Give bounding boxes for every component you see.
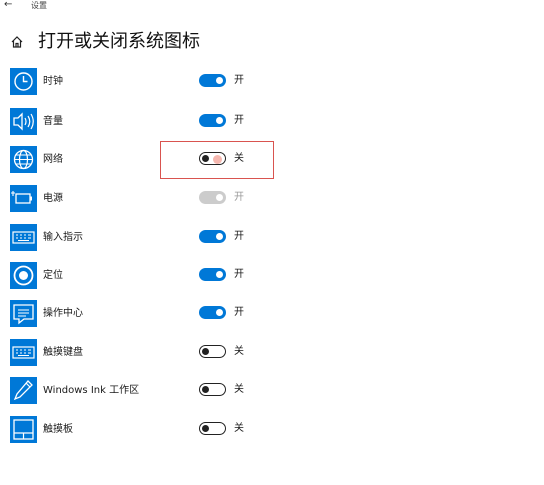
state-label: 关 xyxy=(234,423,244,434)
setting-row-input-indicator: 输入指示 开 xyxy=(0,224,544,260)
state-label: 开 xyxy=(234,231,244,242)
setting-label: 触摸板 xyxy=(43,424,73,435)
toggle-power xyxy=(199,191,226,204)
toggle-volume[interactable] xyxy=(199,114,226,127)
setting-row-touch-keyboard: 触摸键盘 关 xyxy=(0,339,544,375)
setting-row-location: 定位 开 xyxy=(0,262,544,298)
toggle-clock[interactable] xyxy=(199,74,226,87)
setting-label: Windows Ink 工作区 xyxy=(43,385,140,396)
toggle-location[interactable] xyxy=(199,268,226,281)
state-label: 开 xyxy=(234,192,244,203)
state-label: 开 xyxy=(234,75,244,86)
setting-label: 输入指示 xyxy=(43,232,83,243)
power-battery-icon xyxy=(10,185,37,212)
network-globe-icon xyxy=(10,146,37,173)
setting-row-clock: 时钟 开 xyxy=(0,68,544,104)
touch-keyboard-icon xyxy=(10,339,37,366)
state-label: 开 xyxy=(234,269,244,280)
action-center-icon xyxy=(10,300,37,327)
setting-row-touchpad: 触摸板 关 xyxy=(0,416,544,452)
toggle-touchpad[interactable] xyxy=(199,422,226,435)
state-label: 开 xyxy=(234,307,244,318)
touchpad-icon xyxy=(10,416,37,443)
setting-label: 音量 xyxy=(43,116,63,127)
state-label: 关 xyxy=(234,384,244,395)
window-title: 设置 xyxy=(31,1,47,10)
setting-label: 触摸键盘 xyxy=(43,347,83,358)
home-icon[interactable] xyxy=(10,35,24,49)
setting-row-volume: 音量 开 xyxy=(0,108,544,144)
state-label: 开 xyxy=(234,115,244,126)
clock-icon xyxy=(10,68,37,95)
title-bar: ← 设置 xyxy=(0,0,544,14)
cursor-click-indicator xyxy=(213,155,222,164)
setting-label: 定位 xyxy=(43,270,63,281)
location-icon xyxy=(10,262,37,289)
toggle-windows-ink[interactable] xyxy=(199,383,226,396)
toggle-touch-keyboard[interactable] xyxy=(199,345,226,358)
setting-row-power: 电源 开 xyxy=(0,185,544,221)
setting-row-action-center: 操作中心 开 xyxy=(0,300,544,336)
toggle-action-center[interactable] xyxy=(199,306,226,319)
windows-ink-pen-icon xyxy=(10,377,37,404)
state-label: 关 xyxy=(234,346,244,357)
page-title: 打开或关闭系统图标 xyxy=(38,31,200,52)
toggle-input-indicator[interactable] xyxy=(199,230,226,243)
setting-label: 时钟 xyxy=(43,76,63,87)
setting-label: 网络 xyxy=(43,154,63,165)
volume-icon xyxy=(10,108,37,135)
setting-row-windows-ink: Windows Ink 工作区 关 xyxy=(0,377,544,413)
back-arrow-icon[interactable]: ← xyxy=(4,0,12,10)
keyboard-input-icon xyxy=(10,224,37,251)
setting-label: 电源 xyxy=(43,193,63,204)
setting-label: 操作中心 xyxy=(43,308,83,319)
